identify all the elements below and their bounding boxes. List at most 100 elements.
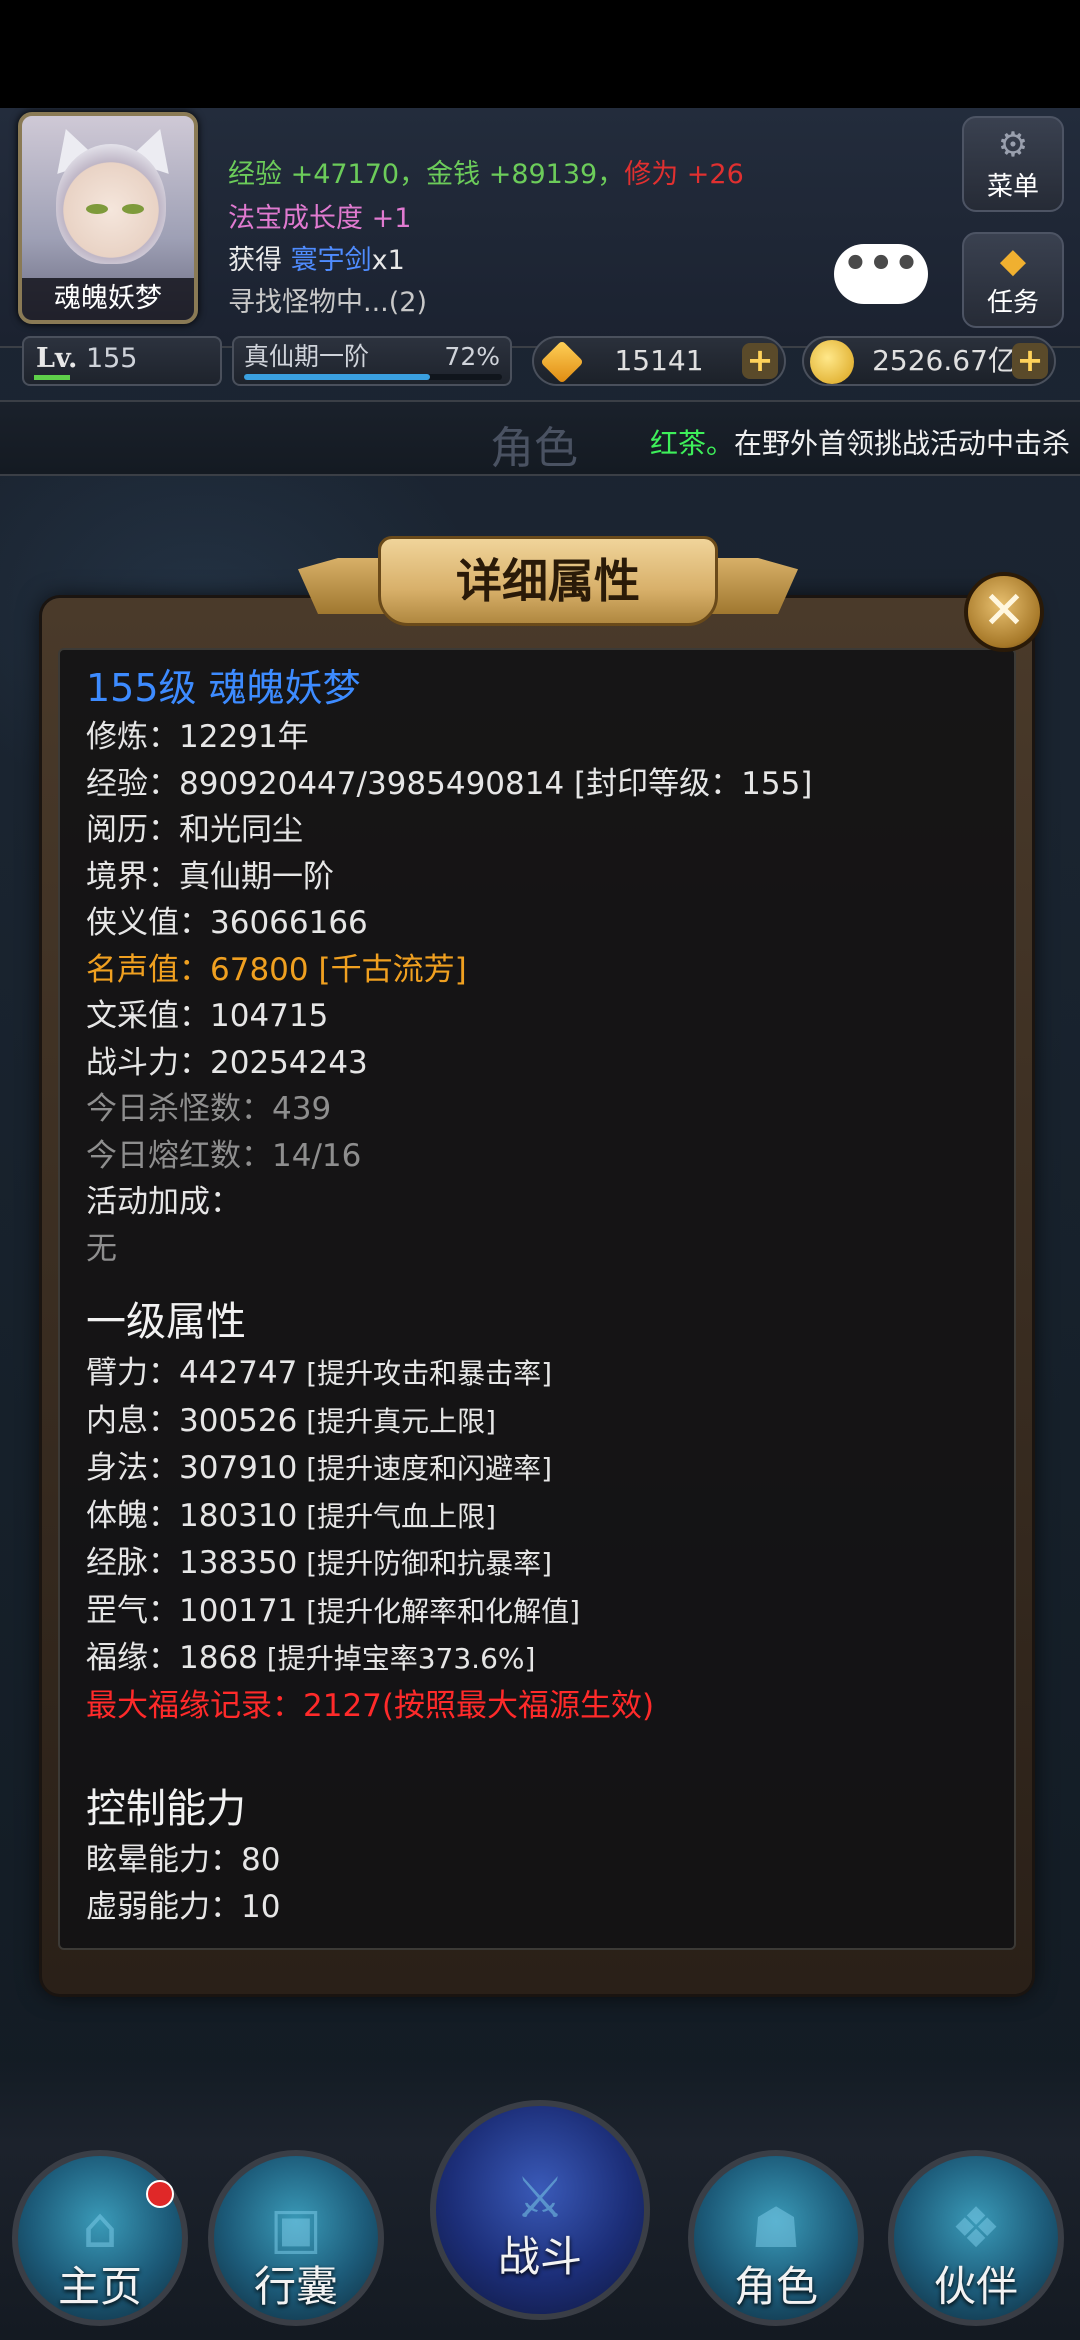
player-name: 魂魄妖梦 <box>22 278 194 320</box>
realm-box: 真仙期一阶 72% <box>232 336 512 386</box>
announcement-name: 红茶。 <box>650 427 735 460</box>
fame-row: 名声值：67800 [千古流芳] <box>86 951 467 988</box>
gold-amount: 2526.67亿 <box>872 344 1016 377</box>
nav-home-button[interactable]: ⌂ 主页 <box>12 2150 188 2326</box>
attribute-row: 体魄：180310 [提升气血上限] <box>86 1493 986 1541</box>
log-rewards: 经验 +47170，金钱 +89139，修为 +26 <box>228 152 744 191</box>
log-obtain-item[interactable]: 寰宇剑 <box>291 245 372 276</box>
avatar-eye <box>122 204 144 214</box>
close-button[interactable]: ✕ <box>964 572 1044 652</box>
level-label: Lv. <box>36 343 78 374</box>
log-obtain-prefix: 获得 <box>228 245 291 276</box>
attribute-note: [提升掉宝率373.6%] <box>257 1642 536 1675</box>
detail-content: 155级 魂魄妖梦 修炼：12291年 经验：890920447/3985490… <box>86 662 986 1930</box>
log-cultivation: 修为 +26 <box>624 159 744 190</box>
attribute-note: [提升化解率和化解值] <box>297 1594 581 1628</box>
attribute-row: 内息：300526 [提升真元上限] <box>86 1398 986 1446</box>
attribute-value: 罡气：100171 <box>86 1592 298 1629</box>
attribute-row: 罡气：100171 [提升化解率和化解值] <box>86 1588 986 1636</box>
avatar-eye <box>86 204 108 214</box>
attribute-note: [提升防御和抗暴率] <box>297 1547 553 1580</box>
gem-amount: 15141 <box>614 344 704 377</box>
realm-percent: 72% <box>444 342 500 371</box>
add-gems-button[interactable]: + <box>742 343 778 379</box>
attribute-note: [提升气血上限] <box>297 1499 497 1533</box>
daily-row: 今日杀怪数：439 <box>86 1091 332 1127</box>
realm-progress-fill <box>244 374 430 380</box>
daily-row: 今日熔红数：14/16 <box>86 1137 362 1174</box>
attribute-row: 臂力：442747 [提升攻击和暴击率] <box>86 1350 986 1398</box>
avatar-portrait <box>56 144 166 264</box>
stat-row: 经验：890920447/3985490814 [封印等级：155] <box>86 765 813 802</box>
nav-character-button[interactable]: ☗ 角色 <box>688 2150 864 2326</box>
detail-panel[interactable]: 155级 魂魄妖梦 修炼：12291年 经验：890920447/3985490… <box>58 648 1016 1950</box>
nav-battle-button[interactable]: ⚔ 战斗 <box>430 2100 650 2320</box>
character-header: 155级 魂魄妖梦 <box>86 666 361 710</box>
log-exp: 经验 +47170， <box>228 159 427 190</box>
log-treasure-growth: 法宝成长度 +1 <box>228 203 412 234</box>
attribute-value: 体魄：180310 <box>86 1497 298 1534</box>
status-bar <box>0 0 1080 108</box>
attribute-value: 福缘：1868 <box>86 1640 258 1676</box>
attribute-note: [提升攻击和暴击率] <box>297 1357 553 1390</box>
notification-badge <box>146 2180 174 2208</box>
nav-partner-button[interactable]: ❖ 伙伴 <box>888 2150 1064 2326</box>
nav-label: 角色 <box>733 2262 818 2311</box>
stat-row: 文采值：104715 <box>86 998 329 1034</box>
menu-button[interactable]: ⚙ 菜单 <box>962 116 1064 212</box>
nav-label: 行囊 <box>253 2262 338 2311</box>
stat-row: 战斗力：20254243 <box>86 1044 368 1081</box>
task-label: 任务 <box>986 288 1039 318</box>
primary-attributes-title: 一级属性 <box>86 1299 246 1345</box>
chat-bubble-button[interactable]: ••• <box>834 244 928 304</box>
bonus-label: 活动加成： <box>86 1184 241 1220</box>
log-money: 金钱 +89139， <box>426 159 625 190</box>
attribute-value: 臂力：442747 <box>86 1355 298 1391</box>
realm-progress-bar <box>244 374 502 380</box>
attribute-value: 经脉：138350 <box>86 1545 298 1581</box>
character-icon: ☗ <box>750 2196 802 2261</box>
gem-icon: ◆ <box>999 241 1027 281</box>
attribute-value: 内息：300526 <box>86 1402 298 1439</box>
panel-title-banner: 详细属性 <box>298 528 798 632</box>
stat-row: 境界：真仙期一阶 <box>86 858 334 895</box>
max-luck-row: 最大福缘记录：2127(按照最大福源生效) <box>86 1687 655 1724</box>
attribute-value: 身法：307910 <box>86 1450 298 1486</box>
realm-name: 真仙期一阶 <box>244 342 370 371</box>
attribute-note: [提升速度和闪避率] <box>297 1452 553 1485</box>
bonus-value: 无 <box>86 1230 117 1267</box>
level-value: 155 <box>85 343 138 374</box>
section-title: 角色 <box>490 423 578 474</box>
add-gold-button[interactable]: + <box>1012 343 1048 379</box>
bag-icon: ▣ <box>269 2196 323 2261</box>
control-row: 眩晕能力：80 <box>86 1842 281 1878</box>
level-box: Lv. 155 <box>22 336 222 386</box>
control-row: 虚弱能力：10 <box>86 1888 281 1925</box>
log-obtain: 获得 寰宇剑x1 <box>228 238 405 277</box>
level-progress-fill <box>34 375 70 380</box>
task-button[interactable]: ◆ 任务 <box>962 232 1064 328</box>
gem-icon <box>540 340 584 384</box>
stat-row: 修炼：12291年 <box>86 719 309 755</box>
log-status: 寻找怪物中...(2) <box>228 287 427 318</box>
partner-icon: ❖ <box>950 2196 1002 2261</box>
menu-label: 菜单 <box>986 172 1039 202</box>
nav-label: 伙伴 <box>933 2262 1018 2311</box>
gear-icon: ⚙ <box>997 125 1029 165</box>
gold-currency: 2526.67亿 + <box>802 336 1056 386</box>
attribute-note: [提升真元上限] <box>297 1404 497 1438</box>
nav-bag-button[interactable]: ▣ 行囊 <box>208 2150 384 2326</box>
avatar[interactable]: 魂魄妖梦 <box>18 112 198 324</box>
nav-label: 战斗 <box>497 2232 582 2281</box>
gem-currency: 15141 + <box>532 336 786 386</box>
announcement-message: 在野外首领挑战活动中击杀 <box>734 427 1071 460</box>
announcement-text: 红茶。在野外首领挑战活动中击杀 <box>650 422 1070 462</box>
announcement-bar: 角色 红茶。在野外首领挑战活动中击杀 <box>0 400 1080 476</box>
detail-scroll-area[interactable]: 155级 魂魄妖梦 修炼：12291年 经验：890920447/3985490… <box>60 650 1018 1932</box>
stat-row: 阅历：和光同尘 <box>86 812 303 848</box>
attribute-row: 经脉：138350 [提升防御和抗暴率] <box>86 1540 986 1588</box>
attribute-row: 身法：307910 [提升速度和闪避率] <box>86 1445 986 1493</box>
attribute-row: 福缘：1868 [提升掉宝率373.6%] <box>86 1635 986 1683</box>
panel-title: 详细属性 <box>378 536 718 626</box>
log-obtain-count: x1 <box>371 245 405 276</box>
